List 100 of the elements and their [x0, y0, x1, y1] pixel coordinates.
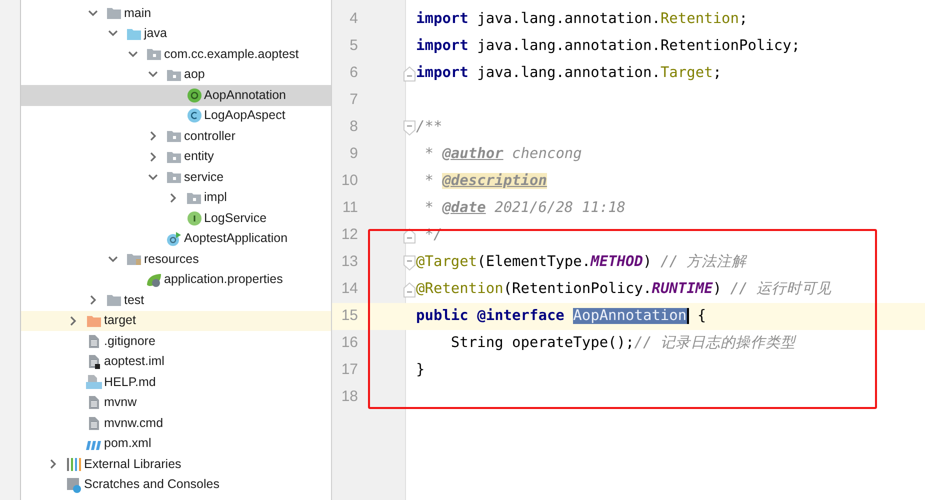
tree-row[interactable]: mvnw.cmd [21, 413, 331, 434]
line-number: 11 [341, 198, 358, 218]
tree-row[interactable]: .gitignore [21, 331, 331, 352]
tree-label: main [124, 4, 152, 22]
libraries-icon [66, 456, 82, 472]
markdown-file-icon [85, 374, 103, 390]
chevron-right-icon[interactable] [150, 131, 156, 142]
line-number: 6 [348, 63, 358, 84]
line-number: 13 [340, 252, 358, 272]
code-text: @Target(ElementType.METHOD) // 方法注解 [416, 252, 747, 272]
fold-icon[interactable] [403, 282, 416, 298]
chevron-right-icon[interactable] [90, 295, 96, 306]
tree-row[interactable]: entity [21, 146, 331, 167]
line-number: 14 [340, 279, 358, 300]
tree-label: External Libraries [84, 456, 182, 473]
tree-label: Scratches and Consoles [84, 476, 220, 494]
file-icon [87, 416, 101, 431]
code-text: @Retention(RetentionPolicy.RUNTIME) // 运行时可见 [416, 280, 832, 299]
folder-icon [146, 47, 162, 62]
line-number: 18 [340, 387, 358, 408]
chevron-down-icon[interactable] [108, 30, 118, 38]
chevron-right-icon[interactable] [170, 192, 176, 203]
tree-row[interactable]: LogAopAspect [21, 106, 331, 126]
chevron-down-icon[interactable] [128, 50, 138, 58]
folder-icon [86, 314, 102, 328]
tree-row[interactable]: test [21, 290, 331, 310]
line-number: 15 [340, 306, 358, 326]
chevron-down-icon[interactable] [108, 256, 118, 263]
folder-icon [166, 150, 182, 164]
file-icon [87, 334, 101, 349]
tree-row[interactable]: impl [21, 188, 331, 208]
tree-row[interactable]: LogService [21, 208, 331, 228]
tree-label: AopAnnotation [204, 86, 286, 104]
scratches-icon [66, 476, 82, 493]
code-text: import java.lang.annotation.Retention; [416, 10, 748, 29]
class-icon [186, 108, 202, 124]
tree-label: AoptestApplication [184, 230, 288, 248]
line-number: 16 [340, 333, 358, 354]
tree-row[interactable]: target [21, 310, 331, 331]
folder-icon [186, 190, 202, 205]
tree-label: resources [144, 250, 199, 268]
line-number: 17 [340, 360, 358, 380]
tree-label: entity [184, 148, 214, 166]
tree-row[interactable]: AoptestApplication [21, 228, 331, 249]
tree-row[interactable]: application.properties [21, 270, 331, 290]
folder-icon [126, 26, 142, 41]
line-number: 12 [340, 225, 358, 246]
chevron-down-icon[interactable] [88, 10, 98, 17]
tree-row[interactable]: main [21, 3, 331, 24]
tree-row[interactable]: HELP.md [21, 372, 331, 392]
folder-icon [126, 252, 142, 266]
tree-row[interactable]: Scratches and Consoles [21, 474, 331, 495]
tree-label: mvnw.cmd [104, 414, 164, 432]
tree-row[interactable]: service [21, 167, 331, 188]
tree-label: LogAopAspect [204, 107, 286, 124]
fold-icon[interactable] [403, 66, 416, 82]
file-icon [87, 395, 101, 410]
line-number: 5 [348, 36, 358, 56]
tree-label: controller [184, 128, 236, 145]
tree-label: application.properties [164, 271, 283, 288]
tree-row[interactable]: External Libraries [21, 454, 331, 474]
tree-row[interactable]: mvnw [21, 392, 331, 413]
tree-row[interactable]: aoptest.iml [21, 352, 331, 372]
tree-label: mvnw [104, 394, 137, 412]
tree-row[interactable]: resources [21, 249, 331, 270]
code-text: public @interface AopAnnotation { [416, 306, 706, 326]
code-text: import java.lang.annotation.Target; [416, 64, 722, 83]
code-text: } [416, 360, 425, 380]
tree-label: com.cc.example.aoptest [164, 46, 299, 63]
tree-row[interactable]: pom.xml [21, 434, 331, 454]
fold-icon[interactable] [403, 254, 416, 270]
code-text: String operateType();// 记录日志的操作类型 [450, 334, 796, 353]
tree-row[interactable]: controller [21, 126, 331, 146]
code-text: * @author chencong [424, 144, 582, 164]
fold-icon[interactable] [403, 120, 416, 136]
folder-icon [106, 293, 122, 308]
tree-label: pom.xml [104, 435, 152, 452]
code-text: * @description [424, 172, 547, 191]
chevron-right-icon[interactable] [50, 459, 56, 470]
folder-icon [106, 6, 122, 20]
code-text: import java.lang.annotation.RetentionPolicy; [416, 36, 800, 56]
app-icon [166, 230, 182, 247]
chevron-right-icon[interactable] [150, 152, 156, 162]
tree-row[interactable]: AopAnnotation [21, 85, 331, 106]
tree-label: .gitignore [104, 332, 156, 350]
tree-row[interactable]: aop [21, 64, 331, 85]
line-number: 10 [340, 171, 358, 192]
line-number: 4 [348, 9, 358, 30]
tree-label: target [104, 312, 136, 330]
file-icon [87, 354, 101, 370]
tree-row[interactable]: com.cc.example.aoptest [21, 44, 331, 64]
line-number: 7 [348, 90, 358, 110]
tree-label: aop [184, 66, 205, 84]
folder-icon [166, 68, 182, 82]
tree-label: test [124, 292, 144, 309]
chevron-down-icon[interactable] [148, 71, 158, 78]
chevron-down-icon[interactable] [148, 174, 158, 181]
chevron-right-icon[interactable] [70, 316, 76, 326]
tree-row[interactable]: java [21, 24, 331, 44]
code-text: * @date 2021/6/28 11:18 [424, 198, 626, 218]
